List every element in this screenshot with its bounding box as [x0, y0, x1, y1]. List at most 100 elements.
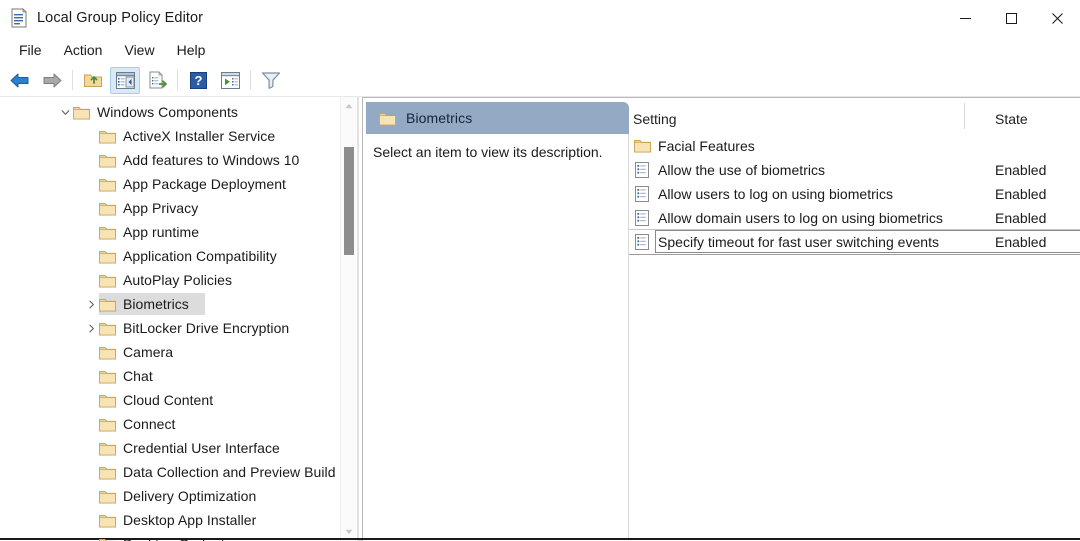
- folder-icon: [99, 393, 117, 408]
- folder-icon: [99, 513, 117, 528]
- folder-icon: [379, 111, 397, 126]
- folder-icon: [99, 537, 117, 541]
- tree-item-camera[interactable]: Camera: [0, 340, 338, 364]
- chevron-placeholder: [83, 460, 99, 484]
- menu-view[interactable]: View: [113, 39, 165, 61]
- tree-item-desktop-app-installer[interactable]: Desktop App Installer: [0, 508, 338, 532]
- settings-list-row[interactable]: Facial Features: [629, 134, 1080, 158]
- folder-icon: [99, 225, 117, 240]
- folder-icon: [73, 105, 91, 120]
- up-one-level-icon[interactable]: [78, 67, 108, 94]
- menu-file[interactable]: File: [8, 39, 53, 61]
- tree-item-data-collection-and-preview-build[interactable]: Data Collection and Preview Build: [0, 460, 338, 484]
- maximize-button[interactable]: [988, 0, 1034, 36]
- tree-item-label: Desktop Gadgets: [123, 536, 232, 541]
- chevron-right-icon[interactable]: [83, 316, 99, 340]
- chevron-placeholder: [83, 172, 99, 196]
- console-tree: Windows Components ActiveX Installer Serv…: [0, 100, 338, 541]
- pane-splitter[interactable]: [357, 97, 359, 541]
- chevron-placeholder: [83, 508, 99, 532]
- settings-list-row[interactable]: Allow domain users to log on using biome…: [629, 206, 1080, 230]
- tree-item-app-runtime[interactable]: App runtime: [0, 220, 338, 244]
- close-button[interactable]: [1034, 0, 1080, 36]
- tree-item-app-privacy[interactable]: App Privacy: [0, 196, 338, 220]
- tree-vertical-scrollbar[interactable]: [340, 97, 356, 541]
- tree-item-label: Credential User Interface: [123, 440, 280, 456]
- tree-item-cloud-content[interactable]: Cloud Content: [0, 388, 338, 412]
- folder-icon: [99, 465, 117, 480]
- folder-icon: [99, 297, 117, 312]
- setting-state: Enabled: [995, 234, 1047, 250]
- tree-item-biometrics[interactable]: Biometrics: [0, 292, 338, 316]
- tree-item-label: App Privacy: [123, 200, 199, 216]
- toolbar: ?: [0, 64, 1080, 97]
- menu-action[interactable]: Action: [53, 39, 114, 61]
- detail-pane: Biometrics Select an item to view its de…: [362, 97, 1080, 541]
- tree-scrollbar-thumb[interactable]: [344, 147, 354, 255]
- minimize-button[interactable]: [942, 0, 988, 36]
- chevron-placeholder: [83, 220, 99, 244]
- show-hide-console-tree-icon[interactable]: [110, 66, 140, 94]
- tree-item-application-compatibility[interactable]: Application Compatibility: [0, 244, 338, 268]
- settings-list-row[interactable]: Allow the use of biometrics Enabled: [629, 158, 1080, 182]
- tree-item-credential-user-interface[interactable]: Credential User Interface: [0, 436, 338, 460]
- tree-item-label: Chat: [123, 368, 153, 384]
- tree-item-label: Data Collection and Preview Build: [123, 464, 336, 480]
- folder-icon: [99, 321, 117, 336]
- tree-item-label: Add features to Windows 10: [123, 152, 300, 168]
- setting-name: Allow domain users to log on using biome…: [658, 210, 943, 226]
- setting-name: Allow users to log on using biometrics: [658, 186, 893, 202]
- tree-item-label: Connect: [123, 416, 176, 432]
- title-bar: Local Group Policy Editor: [0, 0, 1080, 36]
- tree-item-activex-installer-service[interactable]: ActiveX Installer Service: [0, 124, 338, 148]
- export-list-icon[interactable]: [142, 67, 172, 94]
- help-icon[interactable]: ?: [183, 67, 213, 94]
- chevron-placeholder: [83, 388, 99, 412]
- tree-item-connect[interactable]: Connect: [0, 412, 338, 436]
- tree-item-bitlocker-drive-encryption[interactable]: BitLocker Drive Encryption: [0, 316, 338, 340]
- properties-icon[interactable]: [215, 67, 245, 94]
- policy-setting-icon: [634, 234, 650, 250]
- filter-icon[interactable]: [256, 67, 286, 94]
- tree-item-label: Camera: [123, 344, 174, 360]
- setting-name: Facial Features: [658, 138, 755, 154]
- chevron-placeholder: [83, 532, 99, 541]
- tree-item-add-features-to-windows-10[interactable]: Add features to Windows 10: [0, 148, 338, 172]
- column-divider[interactable]: [964, 103, 965, 129]
- tree-item-label: BitLocker Drive Encryption: [123, 320, 290, 336]
- tree-item-autoplay-policies[interactable]: AutoPlay Policies: [0, 268, 338, 292]
- tree-item-delivery-optimization[interactable]: Delivery Optimization: [0, 484, 338, 508]
- forward-arrow-icon[interactable]: [37, 67, 67, 94]
- local-group-policy-editor-window: Local Group Policy Editor File Action Vi…: [0, 0, 1080, 541]
- scroll-down-arrow-icon[interactable]: [341, 525, 357, 539]
- settings-list-row[interactable]: Specify timeout for fast user switching …: [629, 229, 1080, 255]
- chevron-placeholder: [83, 196, 99, 220]
- settings-list-header: Setting State: [629, 98, 1080, 134]
- settings-list-row[interactable]: Allow users to log on using biometrics En…: [629, 182, 1080, 206]
- chevron-right-icon[interactable]: [83, 292, 99, 316]
- tree-item-app-package-deployment[interactable]: App Package Deployment: [0, 172, 338, 196]
- menu-help[interactable]: Help: [166, 39, 217, 61]
- policy-setting-icon: [634, 162, 650, 178]
- back-arrow-icon[interactable]: [5, 67, 35, 94]
- column-header-state[interactable]: State: [965, 111, 1077, 133]
- settings-list: Setting State Facial Features Allow the u…: [629, 98, 1080, 541]
- tree-item-windows-components[interactable]: Windows Components: [0, 100, 338, 124]
- scroll-up-arrow-icon[interactable]: [341, 99, 357, 113]
- chevron-placeholder: [83, 244, 99, 268]
- folder-icon: [634, 138, 652, 154]
- folder-icon: [99, 273, 117, 288]
- window-title: Local Group Policy Editor: [37, 10, 204, 26]
- column-header-setting[interactable]: Setting: [629, 111, 965, 133]
- chevron-placeholder: [83, 124, 99, 148]
- tree-item-label: Windows Components: [97, 104, 238, 120]
- console-tree-pane[interactable]: Windows Components ActiveX Installer Serv…: [0, 97, 359, 541]
- chevron-down-icon[interactable]: [57, 100, 73, 124]
- tree-item-label: Delivery Optimization: [123, 488, 257, 504]
- setting-state: Enabled: [995, 162, 1047, 178]
- tree-item-chat[interactable]: Chat: [0, 364, 338, 388]
- setting-state: Enabled: [995, 210, 1047, 226]
- toolbar-separator: [177, 70, 178, 90]
- toolbar-separator: [72, 70, 73, 90]
- folder-icon: [99, 153, 117, 168]
